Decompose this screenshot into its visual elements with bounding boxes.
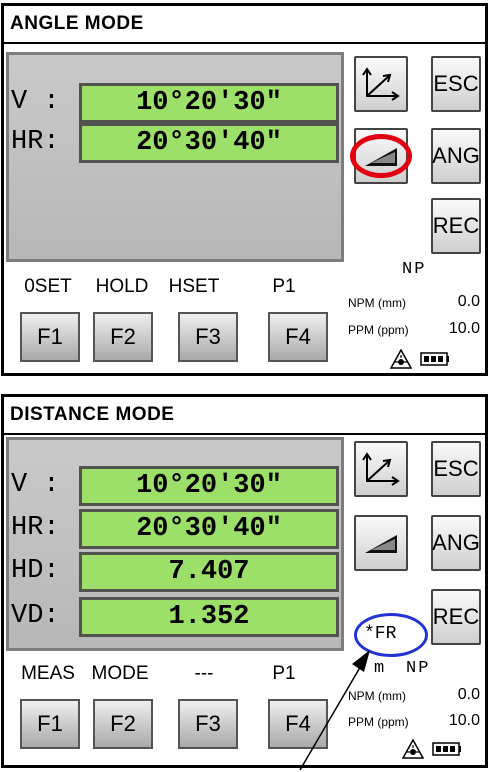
annotation-arrow	[299, 650, 370, 771]
